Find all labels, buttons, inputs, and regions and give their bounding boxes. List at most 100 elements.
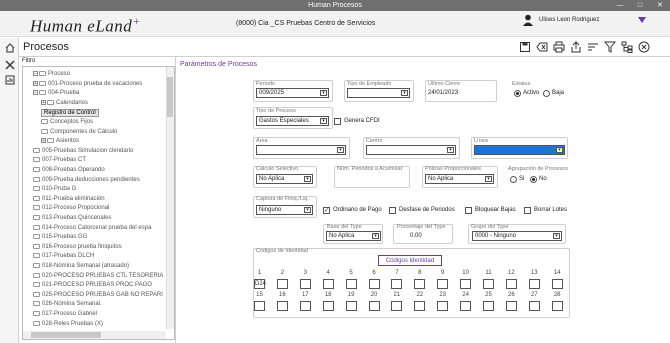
desfase-checkbox[interactable] [389,207,396,214]
collapse-icon[interactable]: − [33,90,38,96]
tree-item[interactable]: 018-Nómina Semanal (atrasado) [33,263,129,269]
code-input[interactable] [505,301,517,311]
tree-item[interactable]: 010-Pruba G [33,186,76,192]
calculo-selectivo-select[interactable]: No Aplica ▾ [256,174,313,184]
codigos-identidad-button[interactable]: Códigos Identidad [378,255,442,266]
tree-item[interactable]: Conceptos Fijos [41,119,93,125]
code-input[interactable] [391,301,403,311]
tree-item[interactable]: 017-Pruebas DLCH [33,253,94,259]
code-input[interactable] [368,301,380,311]
code-input[interactable] [551,279,563,289]
ordinario-checkbox[interactable]: ✓ [323,207,330,214]
code-input[interactable] [460,279,472,289]
estatus-baja-radio[interactable] [543,90,550,97]
code-input[interactable] [299,279,311,289]
code-input[interactable] [391,279,403,289]
code-input[interactable] [460,301,472,311]
expand-icon[interactable]: + [33,80,38,86]
estatus-activo-radio[interactable] [514,90,521,97]
code-input[interactable] [414,279,426,289]
code-input[interactable] [276,301,288,311]
tree-item[interactable]: 025-PROCESO PRUEBAS GAB NO REPARI [33,291,163,298]
code-input[interactable] [437,301,449,311]
hierarchy-icon[interactable] [621,41,633,53]
expand-icon[interactable]: + [41,138,46,144]
borrar-checkbox[interactable] [524,207,531,214]
tree-item[interactable]: 028-Reles Pruebas (X) [33,320,103,327]
tree-item[interactable]: 008-Pruebas Operando [33,167,105,173]
save-icon[interactable] [519,41,531,53]
sort-icon[interactable] [587,41,599,53]
tipo-proceso-select[interactable]: Gastos Especiales ▾ [256,116,329,126]
home-icon[interactable] [5,43,15,53]
tree-item[interactable]: Registro de Control [41,109,99,118]
tree-item[interactable]: 009-Prueba deducciones pendientes [33,176,140,183]
code-input[interactable] [437,279,449,289]
tree-item[interactable]: + Asientos [41,138,79,144]
tree-item[interactable]: 015-Pruebas GG [33,234,87,240]
tree-item[interactable]: + Calendarios [41,99,88,106]
tree-item[interactable]: 014-Proceso Catorcenal prueba del espa [33,224,151,231]
code-input[interactable] [276,279,288,289]
code-input[interactable] [528,279,540,289]
tree-vertical-scroll-thumb[interactable] [167,77,173,117]
code-input[interactable] [528,301,540,311]
tree-horizontal-scroll-thumb[interactable] [31,332,101,338]
filter-icon[interactable] [604,41,616,53]
export-icon[interactable] [570,41,582,53]
code-input[interactable] [483,279,494,289]
tree-item[interactable]: 005-Pruebas Simulacion clendario [33,147,133,154]
print-icon[interactable] [553,41,565,53]
user-menu-chevron-icon[interactable] [638,17,646,23]
code-input[interactable] [322,279,334,289]
tipo-empleado-select[interactable]: ▾ [347,88,410,98]
code-input[interactable] [368,279,380,289]
code-input[interactable] [345,301,357,311]
code-input[interactable] [483,301,494,311]
code-input[interactable] [322,301,334,311]
close-window-button[interactable]: ✕ [650,0,670,11]
tree-item[interactable]: +001-Proceso prueba de vacaciones [33,80,142,87]
tree-item[interactable]: 011-Prueba eliminación [33,195,105,202]
periodo-select[interactable]: 009/2025 ▾ [256,88,329,98]
porcentaje-type-value[interactable]: 0.00 [410,233,422,239]
collapse-icon[interactable]: − [33,71,38,77]
tree-item[interactable]: Componentes de Cálculo [41,128,117,135]
captura-finiq-select[interactable]: Ninguno ▾ [256,205,313,215]
maximize-button[interactable]: □ [630,0,650,11]
base-type-select[interactable]: No Aplica ▾ [326,231,381,241]
tree-item[interactable]: 016-Proceso prueba finiquitos [33,243,122,250]
tree-item[interactable]: 020-PROCESO PRUEBAS CTL TESORERIA [33,272,163,279]
code-input[interactable] [414,301,426,311]
erase-icon[interactable] [536,41,548,53]
code-input[interactable]: D24 [254,279,266,289]
tree-item[interactable]: 027-Proceso Gabriel [33,311,97,317]
tree-item[interactable]: 026-Nómina Semanal. [33,301,102,307]
agrupacion-si-radio[interactable] [510,176,517,183]
close-icon[interactable] [638,41,650,53]
code-input[interactable] [551,301,563,311]
code-input[interactable] [345,279,357,289]
tree-item[interactable]: 007-Pruebas CT [33,157,86,163]
code-input[interactable] [254,301,265,311]
process-tree[interactable] [22,66,175,340]
minimize-button[interactable]: — [610,0,630,11]
polizas-select[interactable]: No Aplica ▾ [425,174,494,184]
tree-item[interactable]: 021-PROCESO PRUEBAS PROC PAGO [33,282,152,288]
code-input[interactable] [505,279,517,289]
expand-icon[interactable]: + [41,99,46,105]
linea-select[interactable]: ▾ [474,145,565,155]
tree-item[interactable]: 012-Proceso Propocional [33,205,109,211]
report-icon[interactable] [5,75,15,85]
code-input[interactable] [299,301,311,311]
bloquear-checkbox[interactable] [465,207,472,214]
genera-cfdi-checkbox[interactable] [334,118,341,125]
tree-item[interactable]: − 004-Prueba [33,90,79,96]
agrupacion-no-radio[interactable] [530,176,537,183]
tools-icon[interactable] [5,60,15,70]
area-select[interactable]: ▾ [256,145,346,155]
tree-item[interactable]: − Proceso [33,71,70,77]
tree-item[interactable]: 013-Pruebas Quincenales [33,215,111,221]
centro-select[interactable]: ▾ [366,145,456,155]
grupo-type-select[interactable]: 0000 - Ninguno ▾ [472,231,562,241]
